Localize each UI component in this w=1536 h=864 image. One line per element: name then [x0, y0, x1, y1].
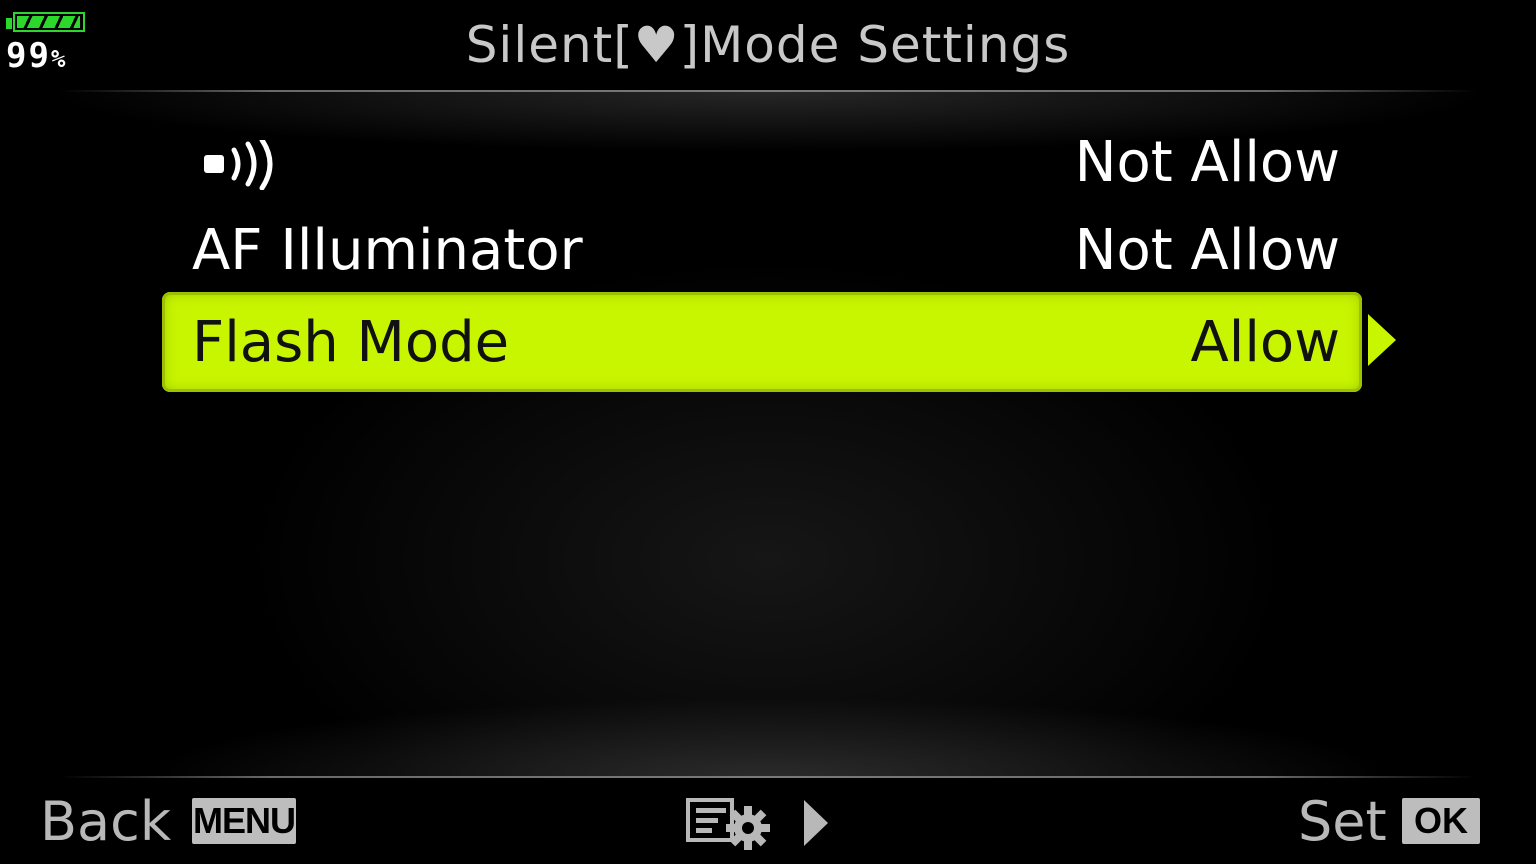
menu-item-beep[interactable]: Not Allow [162, 118, 1362, 208]
menu-item-label: AF Illuminator [192, 218, 583, 283]
menu-item-flash-mode[interactable]: Flash Mode Allow [162, 292, 1396, 392]
menu-item-value: Not Allow [1074, 218, 1340, 283]
submenu-arrow-icon[interactable] [1368, 314, 1396, 366]
menu-item-label: Flash Mode [192, 310, 510, 375]
footer-glow [0, 700, 1536, 778]
header-bar: 99% Silent[♥]Mode Settings [0, 0, 1536, 92]
right-arrow-icon[interactable] [804, 800, 828, 846]
menu-key-badge[interactable]: MENU [192, 798, 296, 844]
menu-settings-icon[interactable] [686, 796, 774, 850]
ok-key-badge[interactable]: OK [1402, 798, 1480, 844]
menu-item-value: Not Allow [1074, 130, 1340, 195]
page-title: Silent[♥]Mode Settings [465, 16, 1071, 74]
back-label[interactable]: Back [40, 792, 171, 852]
menu-item-value: Allow [1190, 310, 1341, 375]
camera-menu-screen: 99% Silent[♥]Mode Settings Not Allow AF … [0, 0, 1536, 864]
footer-bar: Back MENU Set OK [0, 778, 1536, 864]
set-label[interactable]: Set [1298, 792, 1387, 852]
menu-item-af-illuminator[interactable]: AF Illuminator Not Allow [162, 206, 1362, 296]
beep-sound-icon [204, 140, 273, 190]
